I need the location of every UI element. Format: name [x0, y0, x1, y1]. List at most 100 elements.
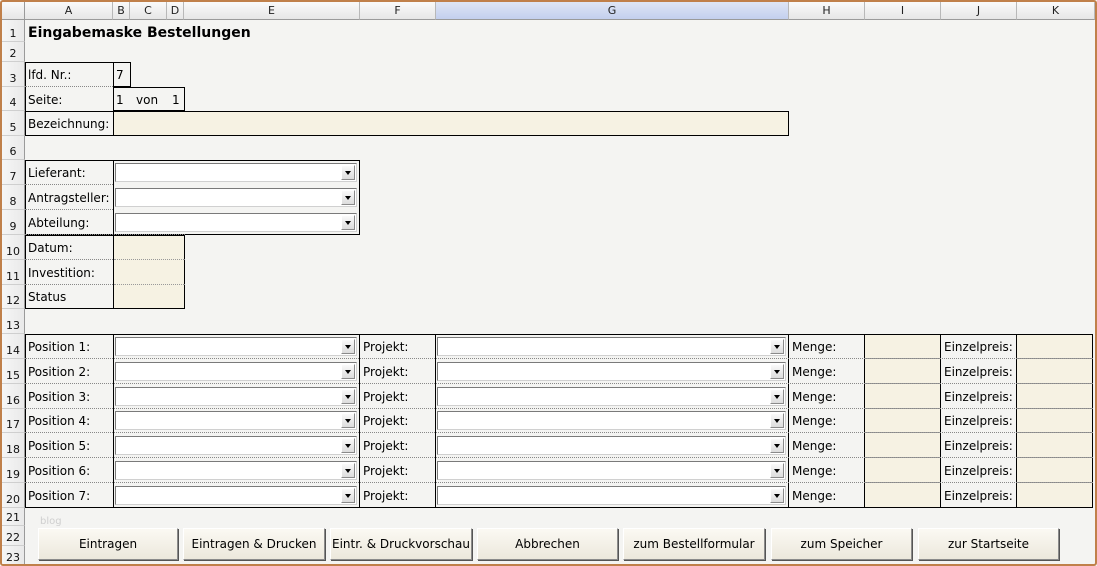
column-header-j[interactable]: J — [941, 2, 1017, 20]
column-header-f[interactable]: F — [360, 2, 436, 20]
chevron-down-icon[interactable] — [770, 364, 784, 379]
eintragen-drucken-button[interactable]: Eintragen & Drucken — [183, 528, 325, 560]
row-header[interactable]: 11 — [2, 260, 25, 285]
row-header[interactable]: 6 — [2, 136, 25, 160]
chevron-down-icon[interactable] — [770, 488, 784, 503]
einzelpreis-input[interactable] — [1017, 335, 1092, 359]
row-header[interactable]: 1 — [2, 20, 25, 42]
column-header-a[interactable]: A — [25, 2, 113, 20]
position-dropdown[interactable] — [115, 362, 357, 381]
menge-label: Menge: — [792, 414, 837, 428]
chevron-down-icon[interactable] — [341, 339, 355, 354]
chevron-down-icon[interactable] — [770, 438, 784, 453]
column-header-h[interactable]: H — [789, 2, 865, 20]
einzelpreis-input[interactable] — [1017, 433, 1092, 458]
menge-input[interactable] — [865, 433, 940, 458]
chevron-down-icon[interactable] — [341, 463, 355, 478]
chevron-down-icon[interactable] — [341, 215, 355, 230]
row-header[interactable]: 7 — [2, 160, 25, 185]
row-header[interactable]: 8 — [2, 185, 25, 210]
speicher-button[interactable]: zum Speicher — [771, 528, 912, 560]
row-header[interactable]: 23 — [2, 546, 25, 564]
row-header[interactable]: 21 — [2, 508, 25, 526]
chevron-down-icon[interactable] — [341, 389, 355, 404]
chevron-down-icon[interactable] — [341, 438, 355, 453]
einzelpreis-input[interactable] — [1017, 409, 1092, 433]
chevron-down-icon[interactable] — [770, 463, 784, 478]
menge-input[interactable] — [865, 483, 940, 507]
abteilung-dropdown[interactable] — [115, 213, 357, 232]
projekt-dropdown[interactable] — [437, 486, 786, 505]
position-dropdown[interactable] — [115, 337, 357, 356]
row-header[interactable]: 15 — [2, 359, 25, 384]
position-dropdown[interactable] — [115, 387, 357, 406]
row-header[interactable]: 22 — [2, 526, 25, 546]
investition-input[interactable] — [114, 260, 184, 285]
abbrechen-button[interactable]: Abbrechen — [477, 528, 618, 560]
einzelpreis-input[interactable] — [1017, 458, 1092, 483]
row-header[interactable]: 19 — [2, 458, 25, 483]
chevron-down-icon[interactable] — [341, 364, 355, 379]
startseite-button[interactable]: zur Startseite — [918, 528, 1059, 560]
row-header[interactable]: 14 — [2, 334, 25, 359]
row-header[interactable]: 5 — [2, 111, 25, 136]
chevron-down-icon[interactable] — [341, 165, 355, 180]
row-header[interactable]: 2 — [2, 42, 25, 62]
row-header[interactable]: 10 — [2, 235, 25, 260]
row-header[interactable]: 4 — [2, 87, 25, 111]
row-header[interactable]: 9 — [2, 210, 25, 235]
row-header[interactable]: 16 — [2, 384, 25, 409]
chevron-down-icon[interactable] — [770, 413, 784, 428]
menge-input[interactable] — [865, 409, 940, 433]
row-header[interactable]: 20 — [2, 483, 25, 508]
column-header-g[interactable]: G — [436, 2, 789, 20]
position-dropdown[interactable] — [115, 486, 357, 505]
row-header[interactable]: 12 — [2, 285, 25, 309]
position-label: Position 2: — [28, 365, 91, 379]
row-header[interactable]: 17 — [2, 409, 25, 433]
projekt-dropdown[interactable] — [437, 461, 786, 480]
projekt-dropdown[interactable] — [437, 362, 786, 381]
eintragen-button[interactable]: Eintragen — [38, 528, 178, 560]
select-all-corner[interactable] — [2, 2, 25, 20]
chevron-down-icon[interactable] — [341, 413, 355, 428]
datum-input[interactable] — [114, 236, 184, 260]
chevron-down-icon[interactable] — [341, 488, 355, 503]
projekt-dropdown[interactable] — [437, 387, 786, 406]
antragsteller-label: Antragsteller: — [28, 191, 110, 205]
column-header-i[interactable]: I — [865, 2, 941, 20]
window-frame: A B C D E F G H I J K 1 2 3 4 5 6 7 8 9 … — [0, 0, 1097, 566]
projekt-dropdown[interactable] — [437, 436, 786, 455]
einzelpreis-input[interactable] — [1017, 483, 1092, 507]
status-input[interactable] — [114, 285, 184, 308]
position-dropdown[interactable] — [115, 436, 357, 455]
column-header-d[interactable]: D — [167, 2, 184, 20]
position-dropdown[interactable] — [115, 461, 357, 480]
druckvorschau-button[interactable]: Eintr. & Druckvorschau — [330, 528, 472, 560]
einzelpreis-label: Einzelpreis: — [944, 390, 1013, 404]
projekt-dropdown[interactable] — [437, 337, 786, 356]
position-dropdown[interactable] — [115, 411, 357, 430]
antragsteller-dropdown[interactable] — [115, 188, 357, 207]
menge-input[interactable] — [865, 384, 940, 409]
column-header-c[interactable]: C — [130, 2, 167, 20]
menge-input[interactable] — [865, 359, 940, 384]
column-header-e[interactable]: E — [184, 2, 360, 20]
column-header-k[interactable]: K — [1017, 2, 1095, 20]
row-header[interactable]: 13 — [2, 309, 25, 334]
menge-input[interactable] — [865, 458, 940, 483]
chevron-down-icon[interactable] — [341, 190, 355, 205]
chevron-down-icon[interactable] — [770, 389, 784, 404]
row-header[interactable]: 18 — [2, 433, 25, 458]
einzelpreis-input[interactable] — [1017, 359, 1092, 384]
einzelpreis-input[interactable] — [1017, 384, 1092, 409]
lieferant-dropdown[interactable] — [115, 163, 357, 182]
column-header-b[interactable]: B — [113, 2, 130, 20]
row-header[interactable]: 3 — [2, 62, 25, 87]
bestellformular-button[interactable]: zum Bestellformular — [623, 528, 765, 560]
seite-label: Seite: — [28, 93, 63, 107]
projekt-dropdown[interactable] — [437, 411, 786, 430]
chevron-down-icon[interactable] — [770, 339, 784, 354]
menge-input[interactable] — [865, 335, 940, 359]
bezeichnung-input[interactable] — [113, 111, 789, 136]
